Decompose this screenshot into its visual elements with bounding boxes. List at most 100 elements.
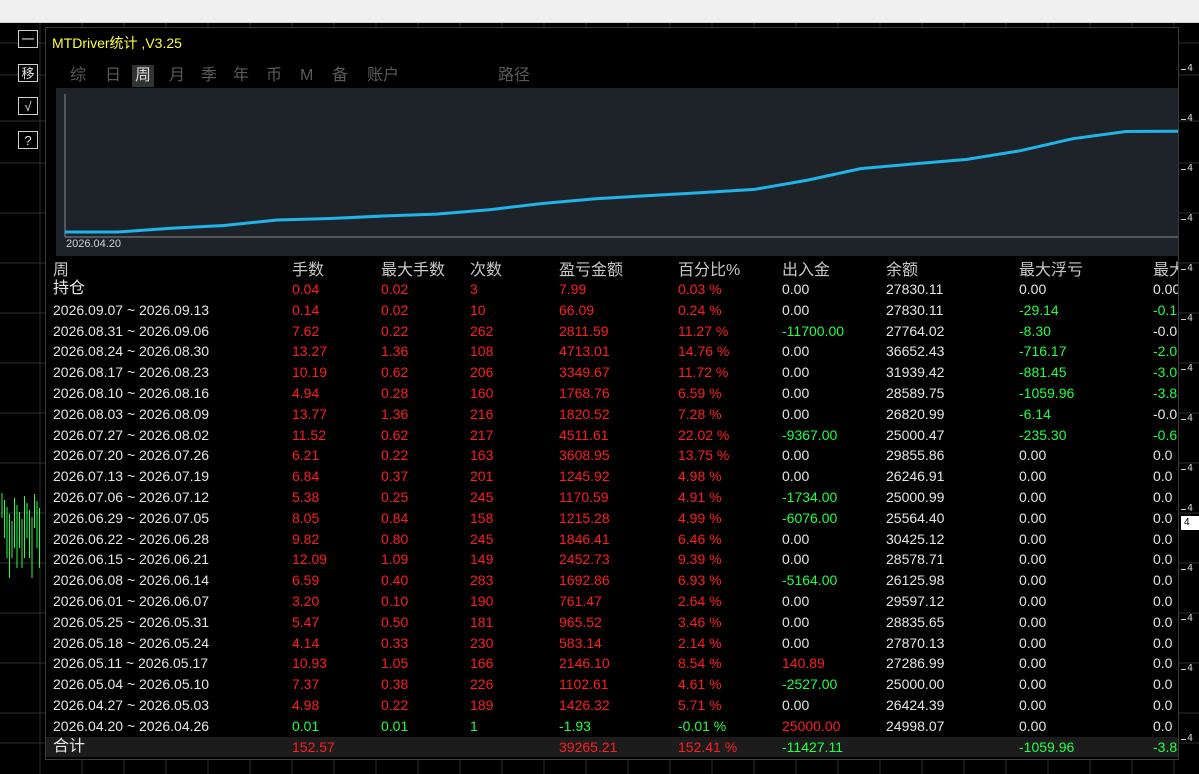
cell-lots: 4.98 bbox=[292, 697, 320, 713]
cell-flow: -2527.00 bbox=[782, 676, 838, 693]
cell-count: 189 bbox=[470, 697, 494, 713]
cell-max_dd: 0.00 bbox=[1019, 468, 1047, 485]
table-row: 2026.08.24 ~ 2026.08.30 13.27 1.36 108 4713.… bbox=[46, 341, 1178, 362]
tab-5[interactable]: 年 bbox=[233, 65, 249, 87]
cell-max_lots: 0.40 bbox=[381, 572, 409, 589]
cell-week: 2026.07.27 ~ 2026.08.02 bbox=[53, 426, 210, 443]
cell-count: 245 bbox=[470, 530, 494, 547]
tab-4[interactable]: 季 bbox=[201, 65, 217, 87]
cell-last: -0.0 bbox=[1153, 405, 1178, 422]
cell-flow: 140.89 bbox=[782, 655, 825, 672]
tab-1[interactable]: 日 bbox=[105, 65, 121, 87]
cell-last: -3.8 bbox=[1153, 385, 1178, 401]
cell-week: 2026.06.29 ~ 2026.07.05 bbox=[53, 509, 210, 526]
cell-pct: 3.46 % bbox=[678, 613, 722, 630]
cell-week: 2026.05.11 ~ 2026.05.17 bbox=[53, 655, 209, 672]
cell-pnl: 1692.86 bbox=[559, 572, 610, 589]
tab-8[interactable]: 备 bbox=[332, 65, 348, 87]
cell-week: 2026.08.24 ~ 2026.08.30 bbox=[53, 343, 210, 360]
cell-balance: 27830.11 bbox=[886, 281, 944, 297]
cell-flow: 0.00 bbox=[782, 301, 810, 318]
cell-balance: 30425.12 bbox=[886, 530, 945, 547]
cell-max_dd: 0.00 bbox=[1019, 613, 1047, 630]
cell-balance: 27286.99 bbox=[886, 655, 945, 672]
cell-lots: 10.93 bbox=[292, 655, 328, 672]
cell-week: 2026.06.01 ~ 2026.06.07 bbox=[53, 593, 210, 609]
table-row: 2026.07.20 ~ 2026.07.26 6.21 0.22 163 3608.9… bbox=[46, 445, 1178, 466]
cell-max_lots: 1.36 bbox=[381, 343, 409, 360]
cell-balance: 28578.71 bbox=[886, 551, 945, 568]
cell-pnl: 7.99 bbox=[559, 281, 587, 297]
cell-last: -3.8 bbox=[1153, 738, 1178, 755]
cell-pnl: 66.09 bbox=[559, 301, 595, 318]
table-row: 2026.05.04 ~ 2026.05.10 7.37 0.38 226 1102.6… bbox=[46, 674, 1178, 695]
cell-max_dd: 0.00 bbox=[1019, 551, 1047, 568]
cell-lots: 10.19 bbox=[292, 364, 328, 381]
move-button[interactable]: 移 bbox=[18, 64, 38, 82]
cell-lots: 0.14 bbox=[292, 301, 320, 318]
minimize-button[interactable]: 一 bbox=[18, 30, 38, 48]
cell-max_dd: 0.00 bbox=[1019, 676, 1047, 693]
cell-last: 0.0 bbox=[1153, 509, 1173, 526]
cell-lots: 13.27 bbox=[292, 343, 328, 360]
cell-last: 0.0 bbox=[1153, 613, 1173, 630]
tab-10[interactable]: 路径 bbox=[498, 65, 530, 87]
cell-lots: 8.05 bbox=[292, 509, 320, 526]
cell-max_dd: 0.00 bbox=[1019, 281, 1047, 297]
tab-3[interactable]: 月 bbox=[169, 65, 185, 87]
help-button[interactable]: ? bbox=[18, 131, 38, 149]
table-row: 2026.04.20 ~ 2026.04.26 0.01 0.01 1 -1.93 -0.… bbox=[46, 716, 1178, 737]
table-row: 2026.06.29 ~ 2026.07.05 8.05 0.84 158 1215.2… bbox=[46, 508, 1178, 529]
table-row: 2026.05.18 ~ 2026.05.24 4.14 0.33 230 583.14… bbox=[46, 633, 1178, 654]
cell-balance: 26246.91 bbox=[886, 468, 945, 485]
cell-last: 0.0 bbox=[1153, 676, 1173, 693]
cell-max_lots: 0.02 bbox=[381, 301, 409, 318]
tab-7[interactable]: M bbox=[300, 65, 313, 87]
cell-flow: 0.00 bbox=[782, 281, 810, 297]
cell-lots: 4.94 bbox=[292, 385, 320, 401]
cell-lots: 7.62 bbox=[292, 322, 320, 339]
cell-pnl: 1768.76 bbox=[559, 385, 610, 401]
cell-pnl: 1215.28 bbox=[559, 509, 610, 526]
cell-week: 2026.05.18 ~ 2026.05.24 bbox=[53, 634, 210, 651]
tab-0[interactable]: 综 bbox=[70, 65, 86, 87]
cell-max_dd: -716.17 bbox=[1019, 343, 1067, 360]
cell-count: 206 bbox=[470, 364, 494, 381]
cell-pct: 6.93 % bbox=[678, 572, 722, 589]
cell-pnl: 1846.41 bbox=[559, 530, 610, 547]
cell-week: 2026.04.27 ~ 2026.05.03 bbox=[53, 697, 210, 713]
table-row: 2026.06.22 ~ 2026.06.28 9.82 0.80 245 1846.4… bbox=[46, 529, 1178, 550]
cell-pct: 4.99 % bbox=[678, 509, 722, 526]
cell-balance: 25564.40 bbox=[886, 509, 945, 526]
tab-6[interactable]: 币 bbox=[266, 65, 282, 87]
tab-2[interactable]: 周 bbox=[132, 65, 155, 87]
tab-9[interactable]: 账户 bbox=[367, 65, 399, 87]
current-price-marker: 4 bbox=[1181, 516, 1199, 530]
cell-lots: 6.21 bbox=[292, 447, 320, 464]
table-row: 2026.05.11 ~ 2026.05.17 10.93 1.05 166 2146.… bbox=[46, 653, 1178, 674]
table-row: 2026.06.08 ~ 2026.06.14 6.59 0.40 283 1692.8… bbox=[46, 570, 1178, 591]
cell-max_dd: 0.00 bbox=[1019, 447, 1047, 464]
cell-week: 2026.09.07 ~ 2026.09.13 bbox=[53, 301, 210, 318]
total-row: 合计 152.57 39265.21 152.41 % -11427.11 -1059.9… bbox=[46, 736, 1178, 758]
cell-lots: 7.37 bbox=[292, 676, 320, 693]
cell-pct: 22.02 % bbox=[678, 426, 730, 443]
cell-balance: 29855.86 bbox=[886, 447, 945, 464]
cell-pct: 2.64 % bbox=[678, 593, 722, 609]
cell-pnl: 1426.32 bbox=[559, 697, 610, 713]
cell-count: 166 bbox=[470, 655, 494, 672]
cell-pct: 0.03 % bbox=[678, 281, 722, 297]
check-button[interactable]: √ bbox=[18, 97, 38, 115]
price-scale: 44444444444444 bbox=[1181, 63, 1194, 744]
cell-pct: 2.14 % bbox=[678, 634, 722, 651]
cell-max_lots: 0.22 bbox=[381, 447, 409, 464]
cell-last: -0.6 bbox=[1153, 426, 1178, 443]
cell-max_lots: 1.05 bbox=[381, 655, 409, 672]
cell-last: 0.0 bbox=[1153, 634, 1173, 651]
cell-flow: -11427.11 bbox=[782, 738, 843, 755]
cell-lots: 4.14 bbox=[292, 634, 320, 651]
cell-pct: 13.75 % bbox=[678, 447, 730, 464]
cell-week: 2026.06.08 ~ 2026.06.14 bbox=[53, 572, 210, 589]
table-row: 2026.06.01 ~ 2026.06.07 3.20 0.10 190 761.47… bbox=[46, 591, 1178, 612]
cell-pct: 6.59 % bbox=[678, 385, 722, 401]
